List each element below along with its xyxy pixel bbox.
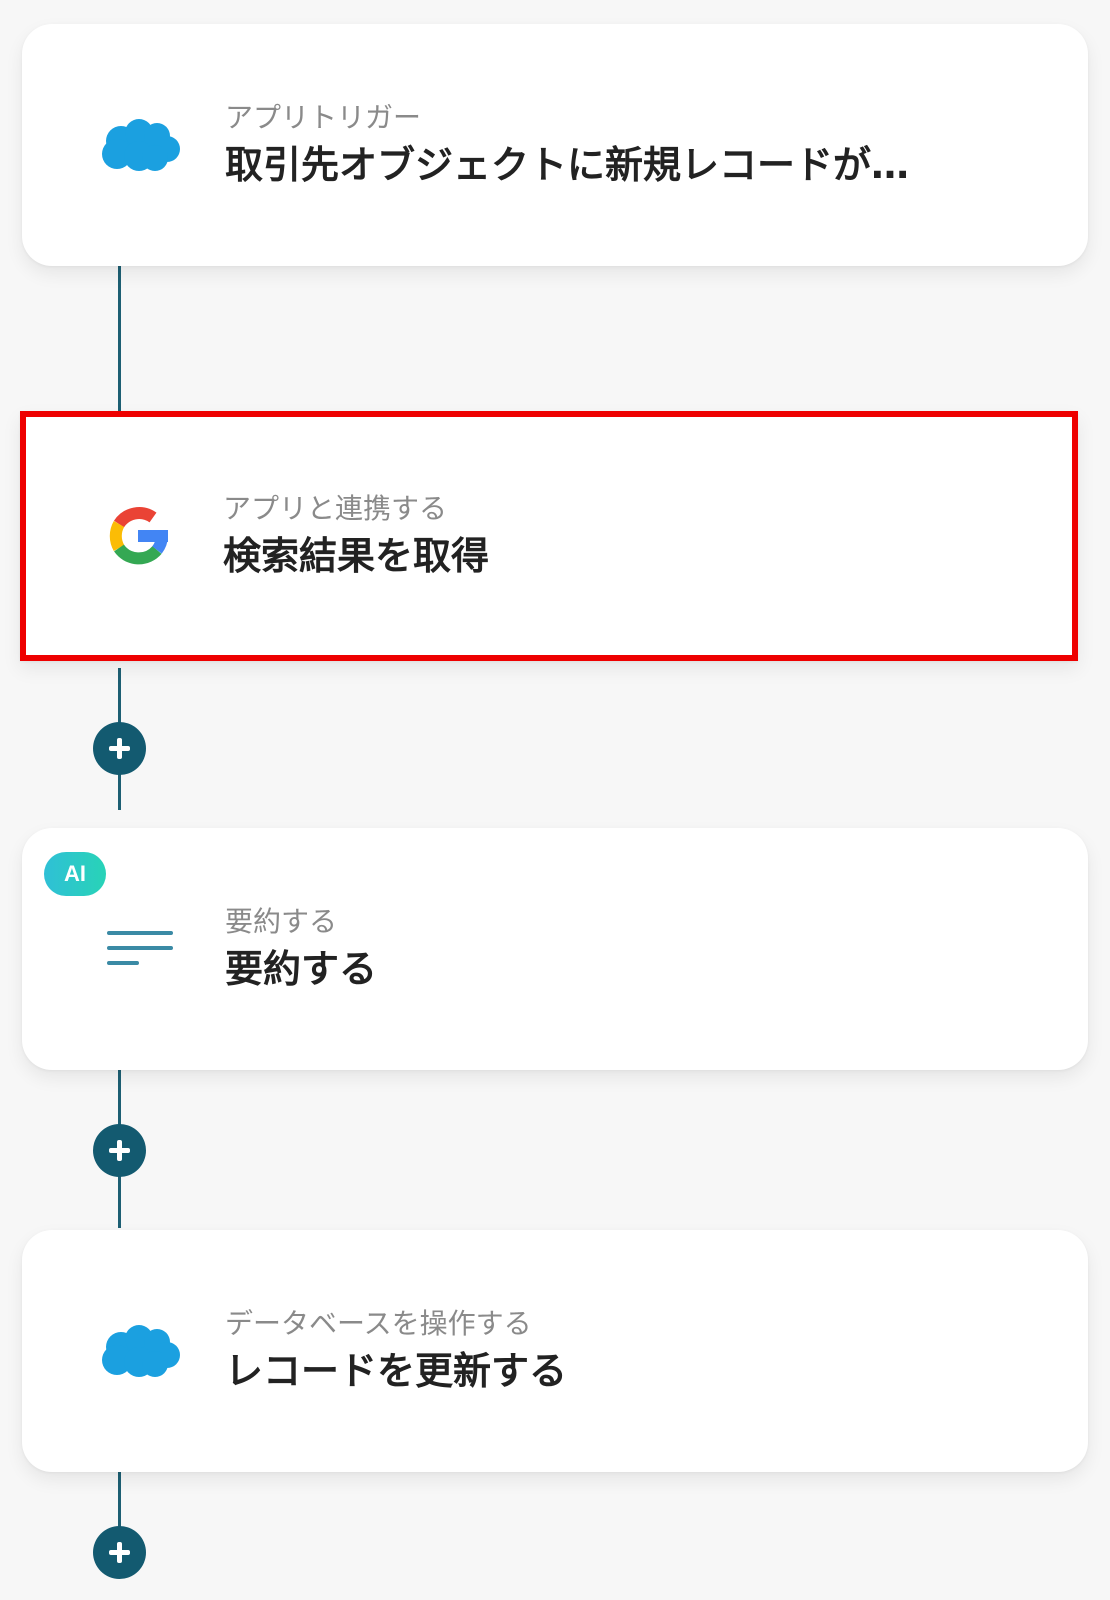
- flow-step-card[interactable]: データベースを操作する レコードを更新する: [22, 1230, 1088, 1472]
- step-title: レコードを更新する: [225, 1349, 568, 1393]
- salesforce-cloud-icon: [92, 1303, 188, 1399]
- step-subtitle: データベースを操作する: [225, 1307, 532, 1340]
- google-g-icon: [90, 488, 186, 584]
- step-title: 取引先オブジェクトに新規レコードが…: [225, 143, 910, 187]
- flow-step-card[interactable]: 要約する 要約する: [22, 828, 1088, 1070]
- step-subtitle: アプリと連携する: [223, 492, 448, 525]
- step-title: 要約する: [225, 947, 378, 991]
- step-subtitle: 要約する: [225, 905, 338, 938]
- ai-badge: AI: [44, 852, 106, 896]
- flow-step-card-selected[interactable]: アプリと連携する 検索結果を取得: [20, 411, 1078, 661]
- step-title: 検索結果を取得: [223, 534, 490, 578]
- flow-step-card[interactable]: アプリトリガー 取引先オブジェクトに新規レコードが…: [22, 24, 1088, 266]
- flow-connector-1: [118, 266, 121, 414]
- step-subtitle: アプリトリガー: [225, 101, 422, 134]
- add-step-button[interactable]: [93, 722, 146, 775]
- salesforce-cloud-icon: [92, 97, 188, 193]
- add-step-button[interactable]: [93, 1526, 146, 1579]
- summary-lines-icon: [92, 901, 188, 997]
- add-step-button[interactable]: [93, 1124, 146, 1177]
